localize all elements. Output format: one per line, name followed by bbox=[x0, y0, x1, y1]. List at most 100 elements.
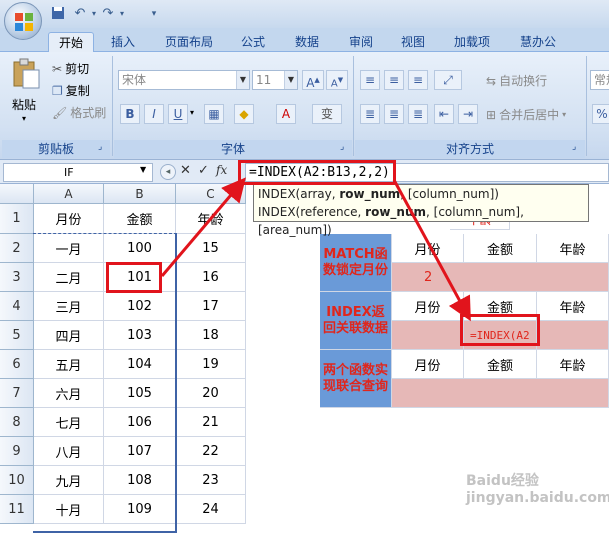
decrease-indent-icon[interactable]: ⇤ bbox=[434, 104, 454, 124]
column-header-a[interactable]: A bbox=[34, 184, 104, 204]
font-name-combo[interactable]: 宋体 ▼ bbox=[118, 70, 250, 90]
cell-amount[interactable]: 107 bbox=[104, 437, 176, 466]
underline-dropdown-icon[interactable]: ▾ bbox=[190, 108, 194, 117]
office-button[interactable] bbox=[4, 2, 42, 40]
paste-icon[interactable] bbox=[8, 58, 44, 90]
cell-month[interactable]: 二月 bbox=[34, 263, 104, 292]
table-header-amount[interactable]: 金额 bbox=[104, 204, 176, 234]
tab-page-layout[interactable]: 页面布局 bbox=[156, 32, 222, 53]
cut-button[interactable]: ✂ 剪切 bbox=[52, 60, 89, 77]
italic-button[interactable]: I bbox=[144, 104, 164, 124]
paste-dropdown-icon[interactable]: ▾ bbox=[22, 114, 26, 123]
customize-qat-icon[interactable]: ▾ bbox=[146, 6, 162, 22]
underline-button[interactable]: U bbox=[168, 104, 188, 124]
format-painter-button[interactable]: 🖌 格式刷 bbox=[52, 104, 106, 121]
row-header[interactable]: 9 bbox=[0, 437, 34, 466]
column-header-b[interactable]: B bbox=[104, 184, 176, 204]
bold-button[interactable]: B bbox=[120, 104, 140, 124]
align-right-icon[interactable]: ≣ bbox=[408, 104, 428, 124]
cell-month[interactable]: 六月 bbox=[34, 379, 104, 408]
cell-age[interactable]: 18 bbox=[176, 321, 246, 350]
cell-amount[interactable]: 106 bbox=[104, 408, 176, 437]
paste-button[interactable]: 粘贴 bbox=[12, 96, 36, 113]
cell-amount[interactable]: 104 bbox=[104, 350, 176, 379]
cell-age[interactable]: 17 bbox=[176, 292, 246, 321]
tab-data[interactable]: 数据 bbox=[284, 32, 330, 53]
align-left-icon[interactable]: ≣ bbox=[360, 104, 380, 124]
redo-dropdown-icon[interactable]: ▾ bbox=[114, 6, 130, 22]
tab-addins[interactable]: 加载项 bbox=[444, 32, 500, 53]
side-header-age-3[interactable]: 年龄 bbox=[537, 350, 609, 379]
number-format-combo[interactable]: 常规 bbox=[590, 70, 609, 90]
name-box[interactable]: IF bbox=[3, 163, 153, 182]
save-icon[interactable] bbox=[50, 6, 66, 22]
alignment-launcher-icon[interactable]: ⌟ bbox=[572, 142, 576, 152]
align-center-icon[interactable]: ≣ bbox=[384, 104, 404, 124]
increase-indent-icon[interactable]: ⇥ bbox=[458, 104, 478, 124]
side-header-age-2[interactable]: 年龄 bbox=[537, 292, 609, 321]
align-bottom-icon[interactable]: ≡ bbox=[408, 70, 428, 90]
cell-amount[interactable]: 100 bbox=[104, 234, 176, 263]
cell-month[interactable]: 九月 bbox=[34, 466, 104, 495]
cell-amount[interactable]: 105 bbox=[104, 379, 176, 408]
index-row-cell[interactable] bbox=[392, 321, 464, 350]
index-formula-cell[interactable]: =INDEX(A2 bbox=[464, 321, 537, 350]
cancel-icon[interactable]: ✕ bbox=[180, 163, 191, 178]
enter-icon[interactable]: ✓ bbox=[198, 163, 209, 178]
wrap-text-button[interactable]: ⇆ 自动换行 bbox=[486, 72, 547, 89]
formula-input[interactable]: =INDEX(A2:B13,2,2) bbox=[245, 163, 609, 182]
row-header[interactable]: 2 bbox=[0, 234, 34, 263]
font-color-icon[interactable]: A bbox=[276, 104, 296, 124]
cell-month[interactable]: 三月 bbox=[34, 292, 104, 321]
grow-font-button[interactable]: A▲ bbox=[302, 70, 324, 90]
row-header[interactable]: 10 bbox=[0, 466, 34, 495]
cell-age[interactable]: 15 bbox=[176, 234, 246, 263]
tab-huibangong[interactable]: 慧办公 bbox=[510, 32, 566, 53]
clipboard-launcher-icon[interactable]: ⌟ bbox=[98, 142, 102, 152]
row-header[interactable]: 8 bbox=[0, 408, 34, 437]
cell-age[interactable]: 20 bbox=[176, 379, 246, 408]
cell-month[interactable]: 一月 bbox=[34, 234, 104, 263]
shrink-font-button[interactable]: A▼ bbox=[326, 70, 348, 90]
cell-month[interactable]: 四月 bbox=[34, 321, 104, 350]
side-header-month-3[interactable]: 月份 bbox=[392, 350, 464, 379]
insert-function-icon[interactable]: fx bbox=[216, 163, 227, 177]
cell-amount[interactable]: 103 bbox=[104, 321, 176, 350]
cell-month[interactable]: 八月 bbox=[34, 437, 104, 466]
row-header[interactable]: 4 bbox=[0, 292, 34, 321]
cell-amount[interactable]: 102 bbox=[104, 292, 176, 321]
cell-amount[interactable]: 109 bbox=[104, 495, 176, 524]
name-box-dropdown-icon[interactable]: ▼ bbox=[140, 165, 146, 174]
cell-age[interactable]: 16 bbox=[176, 263, 246, 292]
row-header[interactable]: 11 bbox=[0, 495, 34, 524]
combo-result-cell[interactable] bbox=[392, 379, 609, 408]
table-header-month[interactable]: 月份 bbox=[34, 204, 104, 234]
font-size-combo[interactable]: 11 ▼ bbox=[252, 70, 298, 90]
tab-view[interactable]: 视图 bbox=[390, 32, 436, 53]
font-launcher-icon[interactable]: ⌟ bbox=[340, 142, 344, 152]
side-header-month-2[interactable]: 月份 bbox=[392, 292, 464, 321]
index-row-cell[interactable] bbox=[537, 321, 609, 350]
align-middle-icon[interactable]: ≡ bbox=[384, 70, 404, 90]
copy-button[interactable]: ❐ 复制 bbox=[52, 82, 90, 99]
tab-home[interactable]: 开始 bbox=[48, 32, 94, 53]
side-header-amount-2[interactable]: 金额 bbox=[464, 292, 537, 321]
row-header[interactable]: 1 bbox=[0, 204, 34, 234]
cell-age[interactable]: 22 bbox=[176, 437, 246, 466]
cell-age[interactable]: 21 bbox=[176, 408, 246, 437]
table-header-age[interactable]: 年龄 bbox=[176, 204, 246, 234]
align-top-icon[interactable]: ≡ bbox=[360, 70, 380, 90]
cell-month[interactable]: 十月 bbox=[34, 495, 104, 524]
tab-review[interactable]: 审阅 bbox=[338, 32, 384, 53]
match-result-cell[interactable]: 2 bbox=[392, 263, 609, 292]
cell-age[interactable]: 23 bbox=[176, 466, 246, 495]
border-icon[interactable]: ▦ bbox=[204, 104, 224, 124]
row-header[interactable]: 6 bbox=[0, 350, 34, 379]
row-header[interactable]: 7 bbox=[0, 379, 34, 408]
cell-amount[interactable]: 101 bbox=[104, 263, 176, 292]
column-header-c[interactable]: C bbox=[176, 184, 246, 204]
cell-age[interactable]: 24 bbox=[176, 495, 246, 524]
select-all-corner[interactable] bbox=[0, 184, 34, 204]
cell-month[interactable]: 七月 bbox=[34, 408, 104, 437]
fill-color-icon[interactable]: ◆ bbox=[234, 104, 254, 124]
